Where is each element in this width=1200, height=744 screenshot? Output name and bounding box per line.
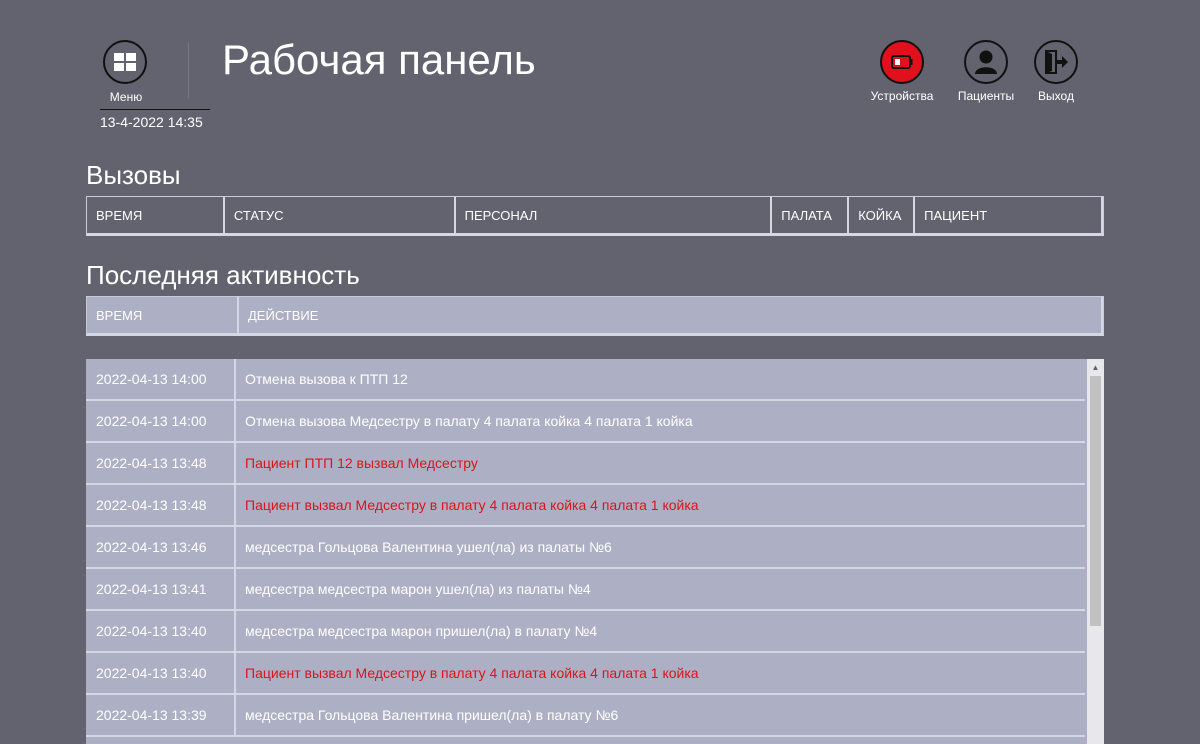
calls-col-ward: ПАЛАТА (772, 197, 850, 233)
activity-row: 2022-04-13 13:40 Пациент вызвал Медсестр… (86, 653, 1085, 695)
battery-icon (891, 55, 913, 69)
activity-row-action: Пациент ПТП 12 вызвал Медсестру (245, 455, 478, 471)
calls-col-staff: ПЕРСОНАЛ (456, 197, 773, 233)
page-title: Рабочая панель (222, 36, 536, 83)
user-icon (975, 50, 997, 74)
activity-row: 2022-04-13 13:48 Пациент ПТП 12 вызвал М… (86, 443, 1085, 485)
activity-row-action: медсестра Гольцова Валентина ушел(ла) из… (245, 539, 612, 555)
exit-label: Выход (1038, 89, 1074, 103)
patients-button[interactable]: Пациенты (952, 40, 1020, 103)
activity-row-time: 2022-04-13 13:46 (86, 527, 236, 567)
devices-label: Устройства (870, 89, 934, 103)
activity-row: 2022-04-13 13:48 Пациент вызвал Медсестр… (86, 485, 1085, 527)
activity-row: 2022-04-13 14:00 Отмена вызова Медсестру… (86, 401, 1085, 443)
calls-col-time: ВРЕМЯ (87, 197, 225, 233)
activity-row-time: 2022-04-13 14:00 (86, 401, 236, 441)
exit-button[interactable]: Выход (1030, 40, 1082, 103)
activity-row: 2022-04-13 13:39 медсестра Гольцова Вале… (86, 695, 1085, 737)
header-divider (188, 42, 189, 98)
activity-scrollbar[interactable]: ▲ (1087, 359, 1104, 744)
scrollbar-thumb[interactable] (1090, 376, 1101, 626)
menu-divider (100, 109, 210, 110)
activity-row-time: 2022-04-13 13:48 (86, 443, 236, 483)
calls-col-patient: ПАЦИЕНТ (915, 197, 1103, 233)
activity-row-time: 2022-04-13 14:00 (86, 359, 236, 399)
exit-door-icon (1045, 50, 1068, 74)
activity-list[interactable]: 2022-04-13 14:00 Отмена вызова к ПТП 12 … (86, 359, 1104, 744)
activity-col-time: ВРЕМЯ (87, 297, 239, 333)
activity-row-time: 2022-04-13 13:40 (86, 611, 236, 651)
activity-row: 2022-04-13 13:40 медсестра медсестра мар… (86, 611, 1085, 653)
devices-button[interactable]: Устройства (866, 40, 938, 103)
activity-section-title: Последняя активность (86, 260, 360, 290)
activity-row: 2022-04-13 13:46 медсестра Гольцова Вале… (86, 527, 1085, 569)
activity-row-action: Пациент вызвал Медсестру в палату 4 пала… (245, 665, 699, 681)
current-datetime: 13-4-2022 14:35 (100, 114, 203, 130)
activity-row-action: Отмена вызова к ПТП 12 (245, 371, 408, 387)
activity-table-header: ВРЕМЯ ДЕЙСТВИЕ (86, 296, 1104, 336)
chevron-up-icon[interactable]: ▲ (1087, 359, 1104, 375)
activity-row-action: Пациент вызвал Медсестру в палату 4 пала… (245, 497, 699, 513)
activity-row-action: медсестра медсестра марон ушел(ла) из па… (245, 581, 591, 597)
calls-section-title: Вызовы (86, 160, 181, 190)
calls-col-bed: КОЙКА (849, 197, 916, 233)
menu-button[interactable] (103, 40, 147, 84)
activity-row: 2022-04-13 13:41 медсестра медсестра мар… (86, 569, 1085, 611)
calls-col-status: СТАТУС (225, 197, 456, 233)
patients-label: Пациенты (957, 89, 1015, 103)
activity-row-time: 2022-04-13 13:39 (86, 695, 236, 735)
activity-row: 2022-04-13 14:00 Отмена вызова к ПТП 12 (86, 359, 1085, 401)
activity-row-action: медсестра медсестра марон пришел(ла) в п… (245, 623, 598, 639)
activity-col-action: ДЕЙСТВИЕ (239, 297, 1103, 333)
activity-row-time: 2022-04-13 13:48 (86, 485, 236, 525)
activity-row-action: медсестра Гольцова Валентина пришел(ла) … (245, 707, 619, 723)
menu-label: Меню (109, 90, 143, 104)
activity-row-time: 2022-04-13 13:40 (86, 653, 236, 693)
activity-row-action: Отмена вызова Медсестру в палату 4 палат… (245, 413, 693, 429)
calls-table-header: ВРЕМЯ СТАТУС ПЕРСОНАЛ ПАЛАТА КОЙКА ПАЦИЕ… (86, 196, 1104, 236)
grid-icon (114, 53, 136, 71)
activity-row-time: 2022-04-13 13:41 (86, 569, 236, 609)
